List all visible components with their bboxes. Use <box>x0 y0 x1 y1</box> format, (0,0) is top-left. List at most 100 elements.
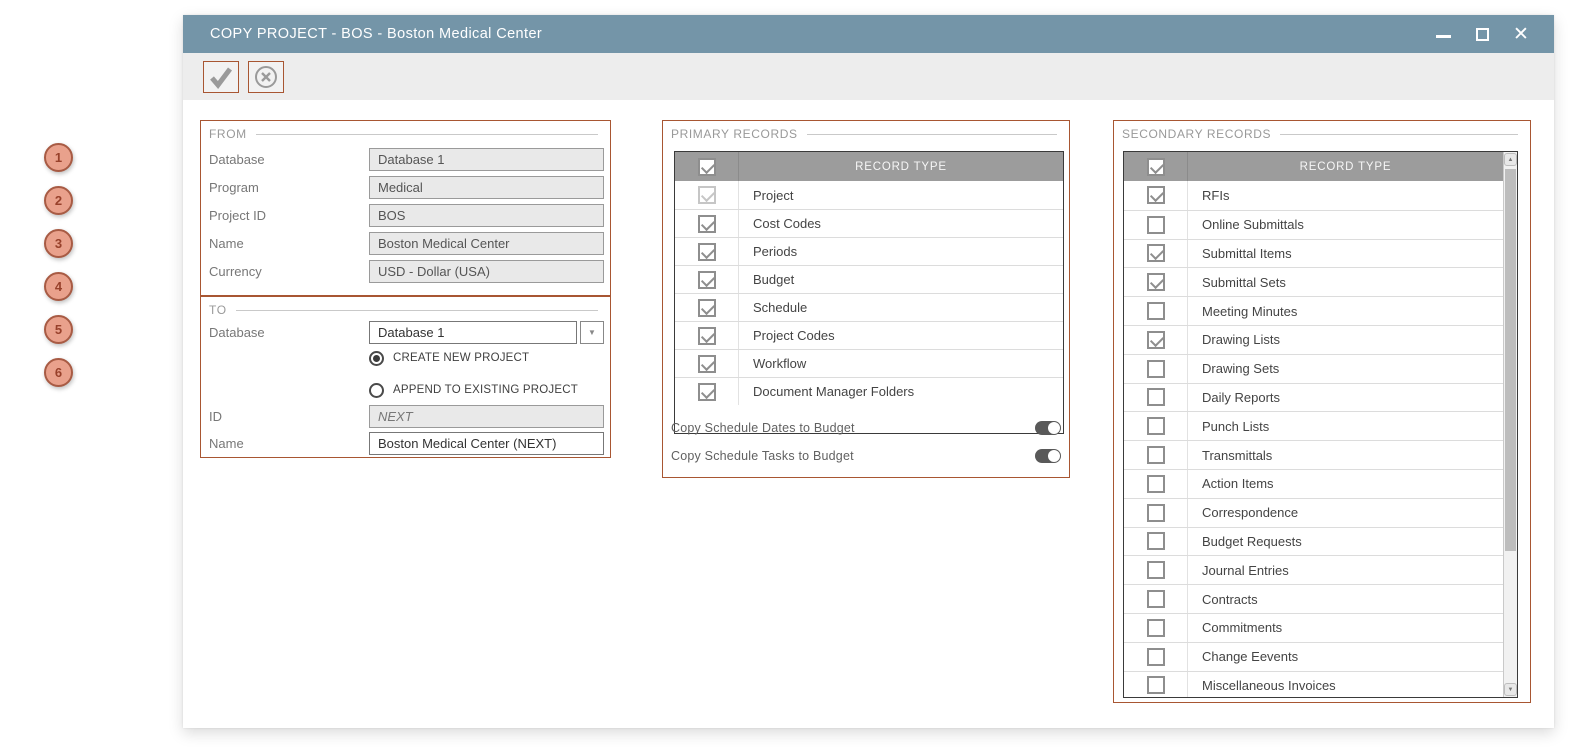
record-checkbox[interactable] <box>1146 503 1165 522</box>
toggle-switch[interactable] <box>1035 421 1061 435</box>
record-row: Budget Requests <box>1124 526 1503 556</box>
secondary-records-section: SECONDARY RECORDS RECORD TYPE RFIs Onlin… <box>1113 120 1531 703</box>
record-checkbox[interactable] <box>1146 446 1165 465</box>
annotation-number: 4 <box>54 279 63 294</box>
create-new-project-label: CREATE NEW PROJECT <box>393 352 530 364</box>
primary-records-legend-label: PRIMARY RECORDS <box>671 127 798 141</box>
record-checkbox[interactable] <box>1146 474 1165 493</box>
secondary-record-type-header: RECORD TYPE <box>1299 160 1392 173</box>
cancel-button[interactable] <box>248 60 284 93</box>
to-database-dropdown-button[interactable]: ▼ <box>580 321 604 344</box>
checkbox-cell <box>1124 210 1188 239</box>
readonly-field: BOS <box>369 204 604 227</box>
record-type-label: Online Submittals <box>1202 217 1304 233</box>
record-row: Project <box>675 181 1063 209</box>
record-row: Transmittals <box>1124 440 1503 469</box>
select-all-cell <box>675 152 739 181</box>
record-checkbox[interactable] <box>1146 561 1165 580</box>
create-new-project-radio[interactable] <box>369 350 384 366</box>
form-row: Database Database 1 <box>209 148 604 171</box>
scroll-up-button[interactable]: ▲ <box>1504 153 1517 166</box>
legend-divider <box>255 133 598 135</box>
record-row: Periods <box>675 237 1063 265</box>
minimize-button[interactable] <box>1432 23 1454 45</box>
record-checkbox[interactable] <box>1146 618 1165 637</box>
record-checkbox[interactable] <box>1146 302 1165 321</box>
record-checkbox[interactable] <box>1146 244 1165 263</box>
toggle-label: Copy Schedule Tasks to Budget <box>671 449 854 463</box>
record-row: Document Manager Folders <box>675 377 1063 405</box>
toggle-switch[interactable] <box>1035 449 1061 463</box>
record-checkbox[interactable] <box>1146 417 1165 436</box>
record-checkbox[interactable] <box>1146 359 1165 378</box>
record-type-label: Schedule <box>753 300 808 315</box>
record-row: Action Items <box>1124 468 1503 498</box>
to-database-select[interactable]: Database 1 <box>369 321 577 344</box>
record-row: Change Eevents <box>1124 641 1503 671</box>
record-checkbox[interactable] <box>1146 330 1165 349</box>
checkbox-cell <box>1124 181 1188 210</box>
annotation-number: 5 <box>54 322 63 337</box>
from-legend: FROM <box>201 121 610 141</box>
record-checkbox[interactable] <box>1146 186 1165 205</box>
vertical-scrollbar[interactable]: ▲ ▼ <box>1503 152 1517 697</box>
annotation-number: 2 <box>54 193 63 208</box>
record-row: Commitments <box>1124 612 1503 642</box>
checkbox-cell <box>1124 498 1188 527</box>
confirm-button[interactable] <box>203 60 239 93</box>
field-label: Currency <box>209 264 262 279</box>
record-checkbox[interactable] <box>1146 647 1165 666</box>
select-all-cell <box>1124 152 1188 181</box>
checkbox-cell <box>675 238 739 265</box>
record-checkbox[interactable] <box>697 242 716 261</box>
checkbox-cell <box>1124 556 1188 585</box>
scroll-down-button[interactable]: ▼ <box>1504 683 1517 696</box>
secondary-records-table: RECORD TYPE RFIs Online Submittals Submi… <box>1123 151 1518 698</box>
record-checkbox[interactable] <box>697 298 716 317</box>
record-type-label: Transmittals <box>1202 447 1273 463</box>
primary-records-section: PRIMARY RECORDS RECORD TYPE Project Cost… <box>662 120 1070 478</box>
window-controls: ✕ <box>1432 23 1554 45</box>
record-row: Correspondence <box>1124 497 1503 527</box>
chevron-down-icon: ▼ <box>588 328 596 337</box>
record-checkbox[interactable] <box>1146 388 1165 407</box>
annotation-circle: 5 <box>44 315 73 344</box>
record-row: Punch Lists <box>1124 411 1503 441</box>
scrollbar-thumb[interactable] <box>1505 169 1516 551</box>
primary-table-header: RECORD TYPE <box>675 152 1063 181</box>
secondary-table-main: RECORD TYPE RFIs Online Submittals Submi… <box>1124 152 1503 697</box>
to-name-field[interactable]: Boston Medical Center (NEXT) <box>369 432 604 455</box>
checkbox-cell <box>1124 268 1188 297</box>
record-checkbox[interactable] <box>1146 532 1165 551</box>
to-name-row: Name Boston Medical Center (NEXT) <box>209 432 604 455</box>
record-checkbox[interactable] <box>1146 590 1165 609</box>
record-checkbox[interactable] <box>697 382 716 401</box>
from-fields: Database Database 1 Program Medical Proj… <box>201 148 610 283</box>
record-checkbox[interactable] <box>1146 273 1165 292</box>
record-checkbox[interactable] <box>1146 676 1165 695</box>
record-row: Cost Codes <box>675 209 1063 237</box>
close-button[interactable]: ✕ <box>1510 23 1532 45</box>
maximize-button[interactable] <box>1471 23 1493 45</box>
record-row: RFIs <box>1124 181 1503 210</box>
checkbox-cell <box>1124 441 1188 469</box>
record-type-label: Contracts <box>1202 591 1258 607</box>
record-checkbox[interactable] <box>697 214 716 233</box>
record-row: Miscellaneous Invoices <box>1124 670 1503 697</box>
checkbox-cell <box>675 322 739 349</box>
primary-select-all-checkbox[interactable] <box>697 157 716 176</box>
append-to-existing-radio[interactable] <box>369 382 384 398</box>
checkbox-cell <box>1124 585 1188 613</box>
record-checkbox[interactable] <box>1146 215 1165 234</box>
record-checkbox[interactable] <box>697 326 716 345</box>
secondary-select-all-checkbox[interactable] <box>1146 157 1165 176</box>
record-checkbox[interactable] <box>697 354 716 373</box>
record-type-label: Daily Reports <box>1202 389 1281 405</box>
dialog-titlebar[interactable]: COPY PROJECT - BOS - Boston Medical Cent… <box>183 15 1554 53</box>
record-checkbox[interactable] <box>697 270 716 289</box>
record-row: Daily Reports <box>1124 382 1503 412</box>
checkbox-cell <box>1124 671 1188 697</box>
readonly-field: Database 1 <box>369 148 604 171</box>
legend-divider <box>235 309 598 311</box>
maximize-icon <box>1475 27 1489 41</box>
